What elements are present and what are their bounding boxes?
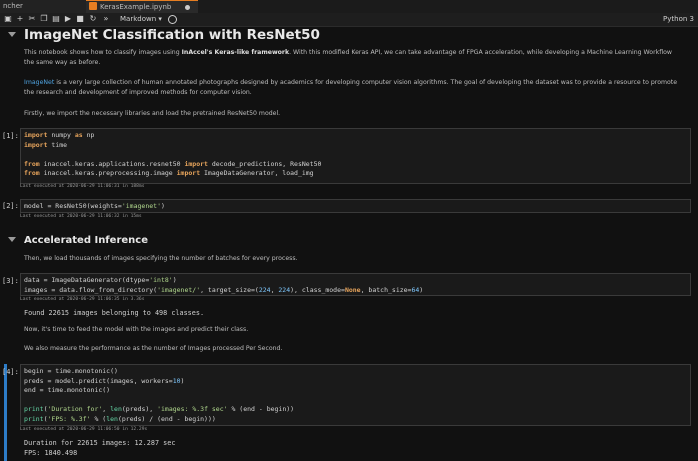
copy-icon[interactable]: ❐	[39, 14, 49, 24]
cell-1-prompt: [1]:	[2, 132, 19, 140]
cell-2-prompt: [2]:	[2, 202, 19, 210]
tab-bar: ncher KerasExample.ipynb	[0, 0, 698, 14]
kernel-status-icon	[168, 15, 177, 24]
tab-launcher[interactable]: ncher	[0, 0, 86, 13]
cell-4-output-line-1: Duration for 22615 images: 12.287 sec	[24, 439, 176, 447]
cell-1-exec-time: Last executed at 2020-06-29 11:06:31 in …	[20, 184, 145, 189]
cell-3-exec-time: Last executed at 2020-06-29 11:06:35 in …	[20, 297, 145, 302]
section-paragraph-1: Then, we load thousands of images specif…	[24, 255, 298, 262]
chevron-down-icon: ▾	[158, 15, 162, 23]
intro-paragraph-3: Firstly, we import the necessary librari…	[24, 110, 281, 117]
section-paragraph-3: We also measure the performance as the n…	[24, 345, 283, 352]
intro-paragraph-1: This notebook shows how to classify imag…	[24, 49, 672, 66]
save-icon[interactable]: ▣	[3, 14, 13, 24]
cell-type-label: Markdown	[120, 15, 157, 23]
add-icon[interactable]: +	[15, 14, 25, 24]
section-collapse-caret-icon[interactable]	[8, 237, 16, 242]
tab-launcher-label: ncher	[3, 2, 23, 10]
code-cell-4[interactable]: begin = time.monotonic() preds = model.p…	[20, 364, 691, 426]
code-cell-3[interactable]: data = ImageDataGenerator(dtype='int8') …	[20, 273, 691, 296]
unsaved-dot-icon[interactable]	[185, 5, 190, 10]
code-cell-2[interactable]: model = ResNet50(weights='imagenet')	[20, 199, 691, 213]
paste-icon[interactable]: ▤	[51, 14, 61, 24]
notebook-content: ImageNet Classification with ResNet50 Th…	[0, 27, 698, 461]
stop-icon[interactable]: ■	[75, 14, 85, 24]
collapse-caret-icon[interactable]	[8, 32, 16, 37]
notebook-toolbar: ▣ + ✂ ❐ ▤ ▶ ■ ↻ » Markdown ▾ Python 3	[0, 13, 698, 27]
cell-4-output-line-2: FPS: 1840.498	[24, 449, 78, 457]
cell-4-exec-time: Last executed at 2020-06-29 11:06:50 in …	[20, 427, 148, 432]
intro-paragraph-2: ImageNet is a very large collection of h…	[24, 79, 678, 96]
code-cell-1[interactable]: import numpy as np import time from inac…	[20, 128, 691, 184]
tab-notebook[interactable]: KerasExample.ipynb	[86, 0, 198, 13]
section-heading: Accelerated Inference	[24, 235, 148, 246]
page-title: ImageNet Classification with ResNet50	[24, 27, 320, 43]
section-paragraph-2: Now, it's time to feed the model with th…	[24, 326, 249, 333]
cell-3-prompt: [3]:	[2, 277, 19, 285]
run-icon[interactable]: ▶	[63, 14, 73, 24]
cell-4-prompt: [4]:	[2, 368, 19, 376]
restart-icon[interactable]: ↻	[88, 14, 98, 24]
cut-icon[interactable]: ✂	[27, 14, 37, 24]
fast-forward-icon[interactable]: »	[101, 14, 111, 24]
cell-2-exec-time: Last executed at 2020-06-29 11:06:32 in …	[20, 214, 142, 219]
cell-type-select[interactable]: Markdown ▾	[120, 14, 162, 24]
cell-3-output: Found 22615 images belonging to 498 clas…	[24, 309, 205, 317]
active-cell-indicator	[4, 364, 7, 461]
imagenet-link[interactable]: ImageNet	[24, 79, 54, 86]
notebook-icon	[89, 2, 97, 10]
tab-notebook-label: KerasExample.ipynb	[100, 3, 172, 11]
kernel-name[interactable]: Python 3	[663, 14, 694, 24]
